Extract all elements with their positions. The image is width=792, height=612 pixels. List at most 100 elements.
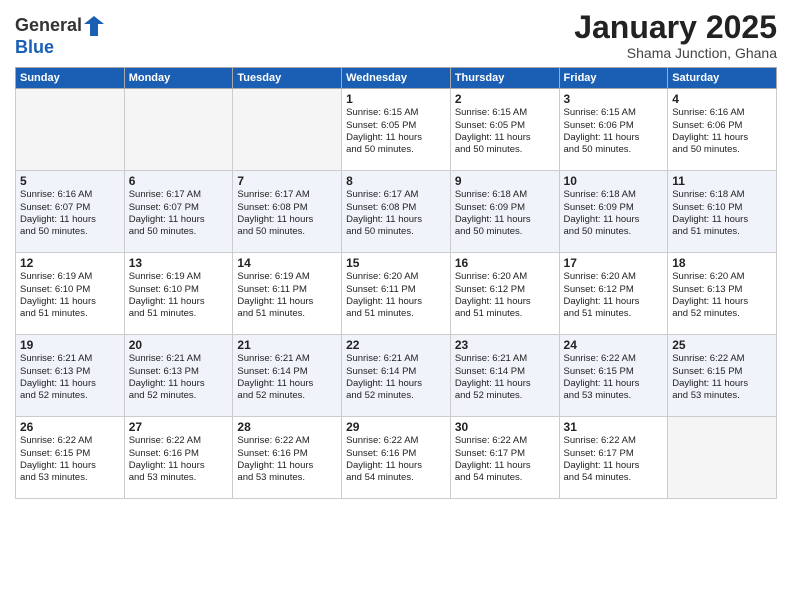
day-info: and 51 minutes.: [346, 308, 446, 320]
logo-general: General: [15, 16, 82, 36]
day-info: Sunset: 6:15 PM: [672, 366, 772, 378]
day-info: Sunrise: 6:18 AM: [455, 189, 555, 201]
day-info: and 54 minutes.: [455, 472, 555, 484]
day-info: Sunrise: 6:22 AM: [20, 435, 120, 447]
weekday-header: Saturday: [668, 68, 777, 89]
day-number: 10: [564, 174, 664, 188]
day-info: Daylight: 11 hours: [129, 460, 229, 472]
calendar-cell: 9Sunrise: 6:18 AMSunset: 6:09 PMDaylight…: [450, 171, 559, 253]
day-info: and 50 minutes.: [455, 144, 555, 156]
day-number: 13: [129, 256, 229, 270]
day-info: and 50 minutes.: [129, 226, 229, 238]
calendar-cell: 21Sunrise: 6:21 AMSunset: 6:14 PMDayligh…: [233, 335, 342, 417]
day-info: and 51 minutes.: [455, 308, 555, 320]
day-info: Sunset: 6:10 PM: [129, 284, 229, 296]
day-number: 29: [346, 420, 446, 434]
day-info: Daylight: 11 hours: [564, 296, 664, 308]
day-info: Sunrise: 6:19 AM: [129, 271, 229, 283]
day-number: 11: [672, 174, 772, 188]
day-info: and 51 minutes.: [129, 308, 229, 320]
day-info: Sunset: 6:09 PM: [455, 202, 555, 214]
calendar-cell: 27Sunrise: 6:22 AMSunset: 6:16 PMDayligh…: [124, 417, 233, 499]
day-info: Sunrise: 6:22 AM: [346, 435, 446, 447]
day-info: Daylight: 11 hours: [455, 214, 555, 226]
day-info: Daylight: 11 hours: [346, 378, 446, 390]
day-info: Daylight: 11 hours: [455, 460, 555, 472]
weekday-header: Wednesday: [342, 68, 451, 89]
day-number: 25: [672, 338, 772, 352]
calendar-cell: 3Sunrise: 6:15 AMSunset: 6:06 PMDaylight…: [559, 89, 668, 171]
day-number: 14: [237, 256, 337, 270]
day-number: 2: [455, 92, 555, 106]
day-info: Daylight: 11 hours: [672, 132, 772, 144]
day-info: Daylight: 11 hours: [346, 460, 446, 472]
day-info: Sunrise: 6:22 AM: [672, 353, 772, 365]
day-info: and 53 minutes.: [672, 390, 772, 402]
logo-blue: Blue: [15, 37, 54, 57]
calendar-cell: 23Sunrise: 6:21 AMSunset: 6:14 PMDayligh…: [450, 335, 559, 417]
weekday-header: Monday: [124, 68, 233, 89]
day-info: Daylight: 11 hours: [564, 378, 664, 390]
calendar-cell: 5Sunrise: 6:16 AMSunset: 6:07 PMDaylight…: [16, 171, 125, 253]
calendar-cell: 13Sunrise: 6:19 AMSunset: 6:10 PMDayligh…: [124, 253, 233, 335]
calendar-cell: 31Sunrise: 6:22 AMSunset: 6:17 PMDayligh…: [559, 417, 668, 499]
day-info: Sunrise: 6:16 AM: [672, 107, 772, 119]
day-number: 24: [564, 338, 664, 352]
calendar-cell: 8Sunrise: 6:17 AMSunset: 6:08 PMDaylight…: [342, 171, 451, 253]
day-info: and 52 minutes.: [129, 390, 229, 402]
day-info: Sunrise: 6:18 AM: [564, 189, 664, 201]
calendar-week-row: 5Sunrise: 6:16 AMSunset: 6:07 PMDaylight…: [16, 171, 777, 253]
calendar-cell: 15Sunrise: 6:20 AMSunset: 6:11 PMDayligh…: [342, 253, 451, 335]
logo-bird-icon: [84, 14, 104, 38]
calendar-cell: 1Sunrise: 6:15 AMSunset: 6:05 PMDaylight…: [342, 89, 451, 171]
calendar-week-row: 12Sunrise: 6:19 AMSunset: 6:10 PMDayligh…: [16, 253, 777, 335]
day-info: Sunrise: 6:21 AM: [20, 353, 120, 365]
day-info: Sunset: 6:08 PM: [346, 202, 446, 214]
day-info: Daylight: 11 hours: [346, 296, 446, 308]
calendar-header-row: SundayMondayTuesdayWednesdayThursdayFrid…: [16, 68, 777, 89]
day-info: Sunset: 6:17 PM: [564, 448, 664, 460]
day-info: Daylight: 11 hours: [129, 296, 229, 308]
calendar-week-row: 1Sunrise: 6:15 AMSunset: 6:05 PMDaylight…: [16, 89, 777, 171]
day-info: Sunset: 6:11 PM: [237, 284, 337, 296]
day-info: Sunrise: 6:17 AM: [346, 189, 446, 201]
day-number: 7: [237, 174, 337, 188]
day-info: and 50 minutes.: [564, 226, 664, 238]
day-number: 19: [20, 338, 120, 352]
day-number: 9: [455, 174, 555, 188]
calendar-cell: [668, 417, 777, 499]
day-info: Daylight: 11 hours: [129, 214, 229, 226]
day-info: Sunrise: 6:20 AM: [564, 271, 664, 283]
calendar-cell: 11Sunrise: 6:18 AMSunset: 6:10 PMDayligh…: [668, 171, 777, 253]
day-info: Sunrise: 6:21 AM: [237, 353, 337, 365]
day-info: Daylight: 11 hours: [346, 132, 446, 144]
calendar-cell: 29Sunrise: 6:22 AMSunset: 6:16 PMDayligh…: [342, 417, 451, 499]
day-info: and 50 minutes.: [20, 226, 120, 238]
calendar-cell: 4Sunrise: 6:16 AMSunset: 6:06 PMDaylight…: [668, 89, 777, 171]
day-info: and 52 minutes.: [237, 390, 337, 402]
day-info: Daylight: 11 hours: [455, 132, 555, 144]
day-info: Sunset: 6:16 PM: [346, 448, 446, 460]
day-info: and 50 minutes.: [346, 144, 446, 156]
day-number: 5: [20, 174, 120, 188]
day-info: Sunset: 6:11 PM: [346, 284, 446, 296]
day-info: and 51 minutes.: [672, 226, 772, 238]
day-info: Sunrise: 6:22 AM: [455, 435, 555, 447]
day-info: Sunset: 6:16 PM: [237, 448, 337, 460]
calendar-cell: 12Sunrise: 6:19 AMSunset: 6:10 PMDayligh…: [16, 253, 125, 335]
day-info: Daylight: 11 hours: [564, 460, 664, 472]
page: General Blue January 2025 Shama Junction…: [0, 0, 792, 612]
calendar-cell: 28Sunrise: 6:22 AMSunset: 6:16 PMDayligh…: [233, 417, 342, 499]
day-info: and 50 minutes.: [237, 226, 337, 238]
calendar-cell: 30Sunrise: 6:22 AMSunset: 6:17 PMDayligh…: [450, 417, 559, 499]
day-info: and 52 minutes.: [346, 390, 446, 402]
calendar-cell: 25Sunrise: 6:22 AMSunset: 6:15 PMDayligh…: [668, 335, 777, 417]
day-info: and 50 minutes.: [346, 226, 446, 238]
day-info: Sunset: 6:13 PM: [672, 284, 772, 296]
day-info: Sunset: 6:13 PM: [20, 366, 120, 378]
day-info: and 54 minutes.: [346, 472, 446, 484]
day-info: Sunrise: 6:22 AM: [564, 435, 664, 447]
day-info: Daylight: 11 hours: [20, 296, 120, 308]
day-info: Sunrise: 6:16 AM: [20, 189, 120, 201]
calendar-cell: [16, 89, 125, 171]
